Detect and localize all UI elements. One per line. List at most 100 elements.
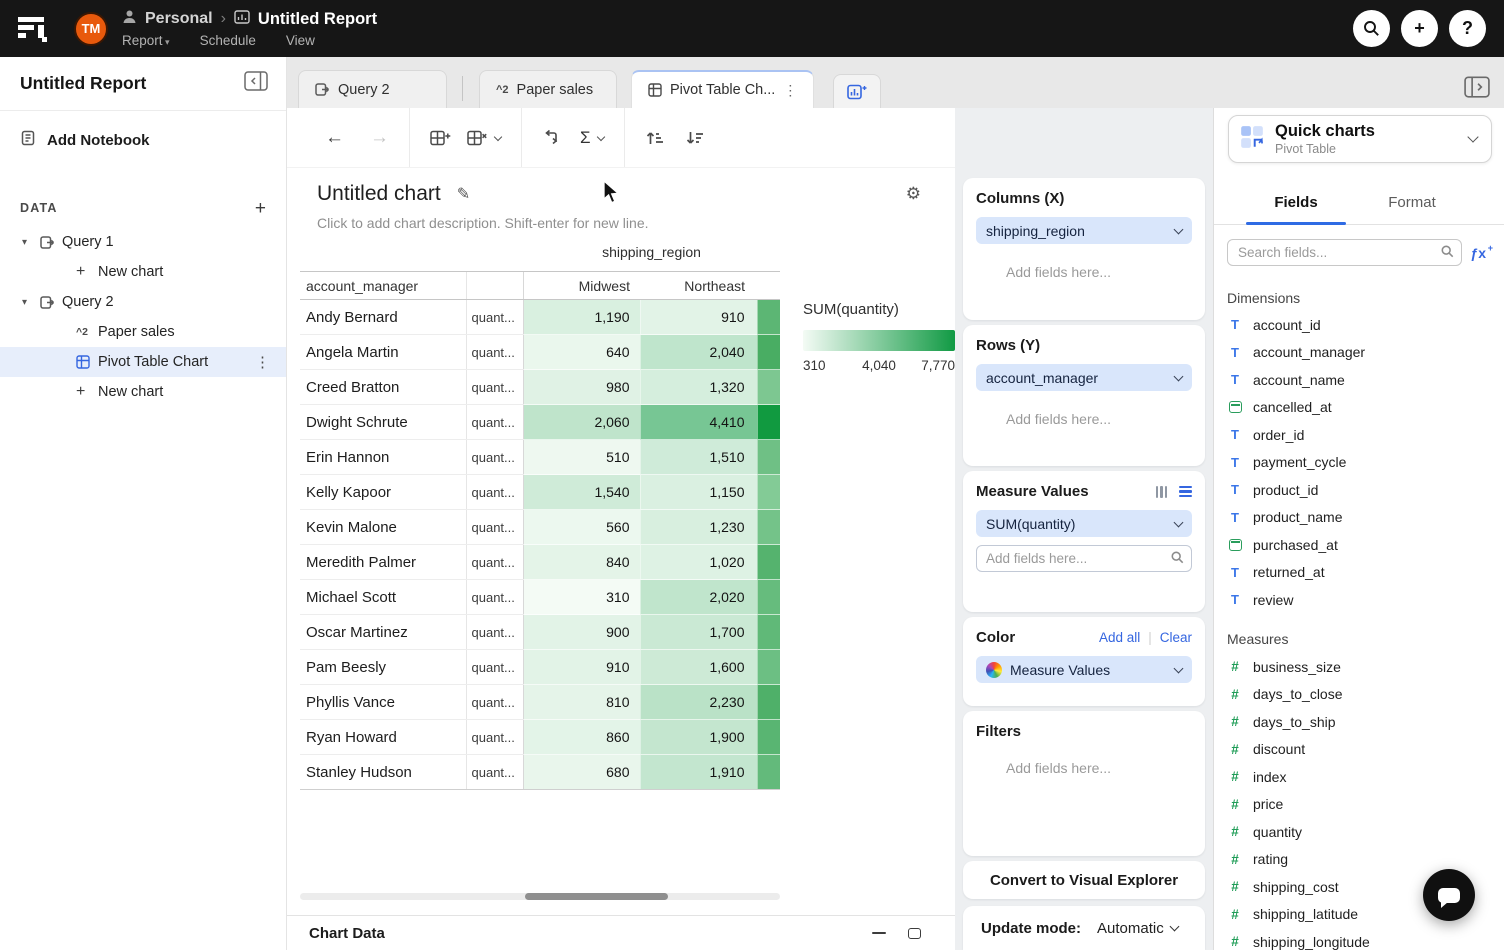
avatar[interactable]: TM xyxy=(74,12,108,46)
cell-midwest[interactable]: 860 xyxy=(523,720,640,755)
columns-field-pill[interactable]: shipping_region xyxy=(976,217,1192,244)
app-logo-icon[interactable] xyxy=(18,15,48,43)
dimension-field-item[interactable]: T review xyxy=(1227,586,1504,614)
chevron-down-icon[interactable]: ▾ xyxy=(22,297,40,308)
edit-title-icon[interactable]: ✎ xyxy=(457,184,470,204)
rows-drop-hint[interactable]: Add fields here... xyxy=(1006,411,1192,427)
tab-fields[interactable]: Fields xyxy=(1238,180,1354,224)
row-label[interactable]: Pam Beesly xyxy=(300,650,466,685)
chart-tab[interactable]: ^2 Pivot Table Ch... ⋮ xyxy=(631,70,814,108)
dimension-field-item[interactable]: T purchased_at xyxy=(1227,531,1504,559)
sidebar-tree-item[interactable]: ▾ ^2 + Paper sales ⋮ xyxy=(0,317,286,347)
chat-support-button[interactable] xyxy=(1423,869,1475,921)
remove-field-icon[interactable] xyxy=(467,129,501,147)
cell-northeast[interactable]: 1,510 xyxy=(640,440,757,475)
measure-field-item[interactable]: # days_to_ship xyxy=(1227,708,1504,736)
convert-to-visual-explorer-button[interactable]: Convert to Visual Explorer xyxy=(963,861,1205,899)
chart-title[interactable]: Untitled chart xyxy=(317,182,441,206)
cell-northeast[interactable]: 2,020 xyxy=(640,580,757,615)
filters-drop-hint[interactable]: Add fields here... xyxy=(1006,760,1192,776)
chart-settings-icon[interactable]: ⚙ xyxy=(906,184,921,204)
add-data-icon[interactable]: + xyxy=(255,199,266,218)
measure-field-item[interactable]: # index xyxy=(1227,763,1504,791)
color-field-pill[interactable]: Measure Values xyxy=(976,656,1192,683)
sidebar-tree-item[interactable]: ▾ ^2 + Pivot Table Chart ⋮ xyxy=(0,347,286,377)
measure-field-item[interactable]: # quantity xyxy=(1227,818,1504,846)
chart-description-placeholder[interactable]: Click to add chart description. Shift-en… xyxy=(287,215,955,231)
dimension-field-item[interactable]: T order_id xyxy=(1227,421,1504,449)
add-notebook-button[interactable]: Add Notebook xyxy=(0,125,286,155)
dimension-field-item[interactable]: T account_manager xyxy=(1227,339,1504,367)
measure-field-item[interactable]: # shipping_longitude xyxy=(1227,928,1504,950)
menu-item[interactable]: Schedule xyxy=(200,33,256,48)
collapse-sidebar-icon[interactable] xyxy=(244,71,268,96)
horizontal-scrollbar[interactable] xyxy=(300,893,780,900)
row-label[interactable]: Andy Bernard xyxy=(300,300,466,335)
cell-partial-column[interactable] xyxy=(757,405,780,440)
dimension-field-item[interactable]: T account_name xyxy=(1227,366,1504,394)
dimension-field-item[interactable]: T cancelled_at xyxy=(1227,394,1504,422)
search-button[interactable] xyxy=(1353,10,1390,47)
cell-midwest[interactable]: 840 xyxy=(523,545,640,580)
row-label[interactable]: Creed Bratton xyxy=(300,370,466,405)
cell-partial-column[interactable] xyxy=(757,650,780,685)
row-label[interactable]: Dwight Schrute xyxy=(300,405,466,440)
row-label[interactable]: Kelly Kapoor xyxy=(300,475,466,510)
chart-tab[interactable]: ^2 Paper sales ⋮ xyxy=(479,70,617,108)
sidebar-tree-item[interactable]: ▾ ^2 + Query 1 ⋮ xyxy=(0,227,286,257)
transpose-icon[interactable] xyxy=(542,129,560,147)
cell-midwest[interactable]: 2,060 xyxy=(523,405,640,440)
search-fields-input[interactable] xyxy=(1227,239,1462,266)
cell-midwest[interactable]: 1,190 xyxy=(523,300,640,335)
cell-partial-column[interactable] xyxy=(757,685,780,720)
cell-partial-column[interactable] xyxy=(757,580,780,615)
redo-icon[interactable]: → xyxy=(370,127,389,149)
cell-partial-column[interactable] xyxy=(757,755,780,790)
new-chart-tab-button[interactable] xyxy=(833,74,881,108)
rows-field-pill[interactable]: account_manager xyxy=(976,364,1192,391)
add-formula-field-button[interactable]: ƒx+ xyxy=(1470,245,1492,261)
row-label[interactable]: Stanley Hudson xyxy=(300,755,466,790)
chart-tab[interactable]: ^2 Query 2 ⋮ xyxy=(298,70,447,108)
cell-northeast[interactable]: 1,150 xyxy=(640,475,757,510)
minimize-panel-icon[interactable] xyxy=(872,932,886,935)
cell-midwest[interactable]: 510 xyxy=(523,440,640,475)
cell-partial-column[interactable] xyxy=(757,335,780,370)
cell-partial-column[interactable] xyxy=(757,300,780,335)
kebab-menu-icon[interactable]: ⋮ xyxy=(783,82,797,99)
cell-partial-column[interactable] xyxy=(757,475,780,510)
dimension-field-item[interactable]: T returned_at xyxy=(1227,559,1504,587)
dimension-field-item[interactable]: T account_id xyxy=(1227,311,1504,339)
cell-northeast[interactable]: 4,410 xyxy=(640,405,757,440)
add-field-icon[interactable] xyxy=(430,129,451,147)
row-label[interactable]: Phyllis Vance xyxy=(300,685,466,720)
row-label[interactable]: Meredith Palmer xyxy=(300,545,466,580)
sidebar-tree-item[interactable]: ▾ ^2 + Query 2 ⋮ xyxy=(0,287,286,317)
row-label[interactable]: Erin Hannon xyxy=(300,440,466,475)
update-mode-dropdown[interactable]: Automatic xyxy=(1097,920,1178,937)
measure-field-item[interactable]: # business_size xyxy=(1227,653,1504,681)
help-button[interactable]: ? xyxy=(1449,10,1486,47)
cell-northeast[interactable]: 1,320 xyxy=(640,370,757,405)
cell-northeast[interactable]: 2,230 xyxy=(640,685,757,720)
cell-northeast[interactable]: 910 xyxy=(640,300,757,335)
cell-midwest[interactable]: 900 xyxy=(523,615,640,650)
menu-item[interactable]: View xyxy=(286,33,315,48)
measure-field-item[interactable]: # discount xyxy=(1227,736,1504,764)
cell-midwest[interactable]: 680 xyxy=(523,755,640,790)
row-label[interactable]: Kevin Malone xyxy=(300,510,466,545)
measure-field-pill[interactable]: SUM(quantity) xyxy=(976,510,1192,537)
cell-partial-column[interactable] xyxy=(757,615,780,650)
dimension-field-item[interactable]: T payment_cycle xyxy=(1227,449,1504,477)
sort-descending-icon[interactable] xyxy=(685,130,705,146)
column-header-midwest[interactable]: Midwest xyxy=(523,272,640,300)
row-label[interactable]: Ryan Howard xyxy=(300,720,466,755)
add-measure-input[interactable] xyxy=(976,545,1192,572)
cell-partial-column[interactable] xyxy=(757,370,780,405)
cell-midwest[interactable]: 640 xyxy=(523,335,640,370)
cell-northeast[interactable]: 2,040 xyxy=(640,335,757,370)
row-label[interactable]: Angela Martin xyxy=(300,335,466,370)
cell-partial-column[interactable] xyxy=(757,720,780,755)
cell-northeast[interactable]: 1,230 xyxy=(640,510,757,545)
cell-northeast[interactable]: 1,020 xyxy=(640,545,757,580)
